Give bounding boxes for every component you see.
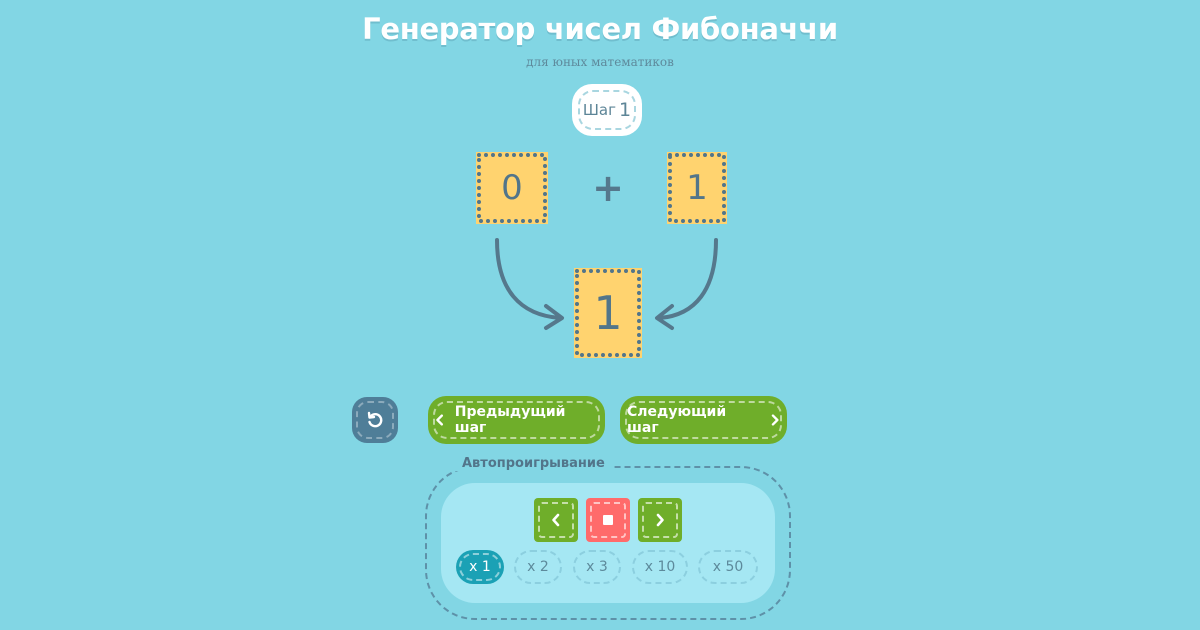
next-step-button[interactable]: Следующий шаг <box>620 396 787 444</box>
play-backward-icon <box>552 513 560 527</box>
autoplay-label: Автопроигрывание <box>454 456 613 471</box>
next-step-label: Следующий шаг <box>627 404 727 436</box>
reset-button[interactable] <box>352 397 398 443</box>
speed-x3-button[interactable]: x 3 <box>573 550 621 584</box>
speed-x50-button[interactable]: x 50 <box>698 550 758 584</box>
previous-step-button[interactable]: Предыдущий шаг <box>428 396 605 444</box>
stop-icon <box>603 515 613 525</box>
reset-button-inner <box>356 401 394 439</box>
previous-step-label: Предыдущий шаг <box>454 404 566 436</box>
play-backward-button-inner <box>538 502 574 538</box>
speed-option-label: x 3 <box>586 559 608 575</box>
next-step-button-inner: Следующий шаг <box>625 401 782 439</box>
stop-button[interactable] <box>586 498 630 542</box>
play-forward-button-inner <box>642 502 678 538</box>
chevron-right-icon <box>771 414 779 426</box>
speed-option-label: x 50 <box>712 559 744 575</box>
result-value: 1 <box>593 286 623 340</box>
stop-button-inner <box>590 502 626 538</box>
speed-option-label: x 2 <box>527 559 549 575</box>
speed-x1-button[interactable]: x 1 <box>456 550 504 584</box>
play-forward-button[interactable] <box>638 498 682 542</box>
chevron-left-icon <box>436 414 443 426</box>
play-forward-icon <box>656 513 664 527</box>
previous-step-button-inner: Предыдущий шаг <box>433 401 600 439</box>
speed-x2-button[interactable]: x 2 <box>514 550 562 584</box>
restart-icon <box>367 411 383 428</box>
play-backward-button[interactable] <box>534 498 578 542</box>
speed-option-label: x 1 <box>469 559 491 575</box>
speed-x10-button[interactable]: x 10 <box>632 550 688 584</box>
speed-option-label: x 10 <box>644 559 676 575</box>
result-card: 1 <box>574 268 642 358</box>
